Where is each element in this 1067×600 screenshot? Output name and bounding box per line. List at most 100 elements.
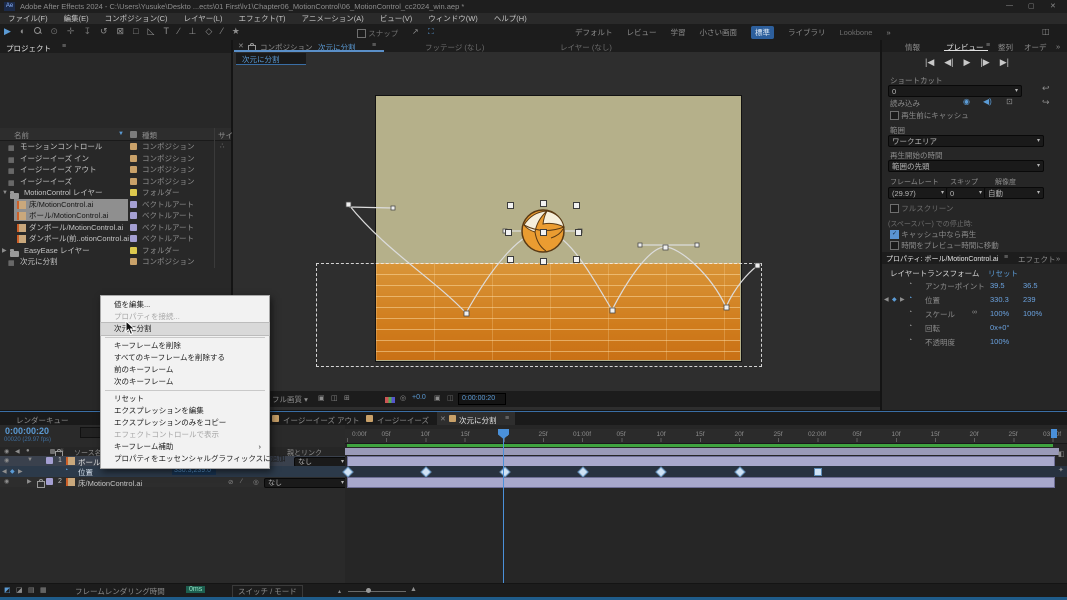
stopwatch-icon-active[interactable]: ◔	[64, 467, 68, 474]
stopwatch-icon[interactable]: ◔	[908, 323, 912, 330]
menu-layer[interactable]: レイヤー(L)	[184, 13, 223, 24]
transform-section-label[interactable]: レイヤートランスフォーム	[890, 268, 979, 279]
selection-handle[interactable]	[507, 202, 514, 209]
prev-keyframe-icon[interactable]: ◀	[884, 296, 889, 303]
puppet-tool-icon[interactable]: ★	[232, 26, 240, 37]
range-select[interactable]: ワークエリア▾	[888, 135, 1044, 147]
mask-visibility-icon[interactable]: ⊞	[344, 394, 350, 402]
resolution-select[interactable]: 自動▾	[984, 187, 1044, 199]
previous-frame-button[interactable]: ◀|	[944, 57, 953, 68]
twist-closed-icon[interactable]: ▶	[27, 478, 32, 485]
pan-camera-tool-icon[interactable]: ✛	[67, 26, 75, 37]
menu-edit[interactable]: 編集(E)	[64, 13, 89, 24]
selection-handle[interactable]	[575, 229, 582, 236]
pickwhip-icon[interactable]: ◎	[253, 478, 259, 486]
label-chip[interactable]	[130, 143, 137, 150]
prev-keyframe-icon[interactable]: ◀	[2, 468, 7, 475]
region-of-interest-icon[interactable]: ▣	[318, 394, 325, 402]
hold-keyframe[interactable]	[814, 468, 822, 476]
property-value[interactable]: 36.5	[1023, 281, 1038, 290]
comp-viewer-tab[interactable]: 次元に分割	[236, 53, 306, 65]
last-frame-button[interactable]: ▶|	[1000, 57, 1009, 68]
menu-item-edit-value[interactable]: 値を編集...	[101, 299, 269, 311]
project-row[interactable]: ▦ イージーイーズ イン コンポジション	[0, 153, 230, 164]
color-depth-icon[interactable]: ◩	[4, 586, 11, 594]
label-chip[interactable]	[130, 166, 137, 173]
menu-item-copy-expression-only[interactable]: エクスプレッションのみをコピー	[101, 417, 269, 429]
layer-color-chip[interactable]	[46, 478, 53, 485]
keyframe-at-time-icon[interactable]: ◆	[892, 296, 897, 303]
pen-tool-icon[interactable]: ◺	[148, 26, 155, 37]
keyframe-at-time-icon[interactable]: ◆	[10, 468, 15, 475]
next-keyframe-icon[interactable]: ▶	[18, 468, 23, 475]
first-frame-button[interactable]: |◀	[925, 57, 934, 68]
menu-item-next-keyframe[interactable]: 次のキーフレーム	[101, 376, 269, 388]
share-icon[interactable]: ↗	[412, 27, 419, 36]
show-snapshot-icon[interactable]: ◫	[447, 394, 454, 402]
project-row[interactable]: ▦ イージーイーズ コンポジション	[0, 176, 230, 187]
workspace-search-input[interactable]: Lookbone	[840, 28, 873, 37]
project-row[interactable]: ▦ イージーイーズ アウト コンポジション	[0, 164, 230, 175]
play-from-select[interactable]: 範囲の先頭▾	[888, 160, 1044, 172]
column-name[interactable]: 名前	[14, 130, 29, 141]
brush-tool-icon[interactable]: ∕	[178, 26, 180, 37]
snapshot-camera-icon[interactable]: ▣	[434, 394, 441, 402]
close-tab-icon[interactable]: ✕	[238, 42, 244, 50]
maximize-button[interactable]: ▢	[1028, 2, 1035, 10]
cache-before-playback-checkbox[interactable]: 再生前にキャッシュ	[890, 110, 969, 121]
label-chip[interactable]	[130, 235, 137, 242]
shape-tool-icon[interactable]: □	[133, 26, 138, 37]
workspace-standard[interactable]: 標準	[751, 26, 774, 39]
workspace-libraries[interactable]: ライブラリ	[788, 27, 826, 38]
eye-icon[interactable]: ◉	[4, 478, 9, 485]
layer-name[interactable]: 床/MotionControl.ai	[78, 478, 142, 489]
twist-open-icon[interactable]: ▼	[27, 457, 33, 463]
tab-overflow-icon[interactable]: »	[1056, 254, 1060, 263]
resolution-gear-icon[interactable]: ◎	[400, 394, 406, 402]
column-type[interactable]: 種類	[142, 130, 157, 141]
menu-item-reset[interactable]: リセット	[101, 393, 269, 405]
label-chip[interactable]	[130, 258, 137, 265]
stopwatch-icon-active[interactable]: ◔	[908, 295, 912, 302]
menu-item-add-to-essential-graphics[interactable]: プロパティをエッセンシャルグラフィックスに追加	[101, 453, 269, 465]
rotobrush-tool-icon[interactable]: ⁄	[221, 26, 223, 37]
label-chip[interactable]	[130, 201, 137, 208]
panel-menu-icon[interactable]: ≡	[62, 43, 66, 50]
media-browser-icon[interactable]: ◫	[1042, 27, 1050, 36]
include-audio-speaker-icon[interactable]: ◀)	[983, 97, 992, 106]
ruler-end-marker[interactable]	[1051, 429, 1057, 438]
play-cached-checkbox[interactable]: ✓ キャッシュ中なら再生	[890, 229, 976, 240]
menu-file[interactable]: ファイル(F)	[8, 13, 48, 24]
layer-row[interactable]: ◉ ▶ 2 床/MotionControl.ai ⊘ ∕ ◎ なし▾	[0, 477, 345, 487]
tab-audio[interactable]: オーデ	[1024, 42, 1047, 53]
project-row[interactable]: ▶ EasyEase レイヤー フォルダー	[0, 245, 230, 256]
resolution-select[interactable]: フル画質 ▾	[272, 394, 308, 405]
project-row-selected[interactable]: 床/MotionControl.ai ベクトルアート	[0, 199, 230, 210]
snap-checkbox[interactable]: スナップ	[357, 28, 398, 39]
menu-item-previous-keyframe[interactable]: 前のキーフレーム	[101, 364, 269, 376]
layer-color-chip[interactable]	[46, 457, 53, 464]
workspace-review[interactable]: レビュー	[627, 27, 657, 38]
cache-ahead-icon[interactable]: ↪	[1042, 97, 1050, 108]
menu-view[interactable]: ビュー(V)	[380, 13, 413, 24]
close-button[interactable]: ✕	[1050, 2, 1056, 10]
fullscreen-toggle-icon[interactable]: ⛶	[428, 27, 434, 37]
flowchart-icon[interactable]: ▤	[28, 586, 35, 594]
workspace-learn[interactable]: 学習	[671, 27, 686, 38]
tab-overflow-icon[interactable]: »	[1056, 42, 1060, 51]
sort-arrow-icon[interactable]: ▼	[118, 131, 124, 137]
property-keyframe-track[interactable]	[345, 466, 1067, 477]
menu-item-remove-keyframe[interactable]: キーフレームを削除	[101, 340, 269, 352]
project-row[interactable]: ダンボール(前..otionControl.ai ベクトルアート	[0, 233, 230, 244]
workspace-overflow-icon[interactable]: »	[886, 28, 890, 37]
next-keyframe-icon[interactable]: ▶	[900, 296, 905, 303]
menu-item-edit-expression[interactable]: エクスプレッションを編集	[101, 405, 269, 417]
property-value[interactable]: 100%	[990, 309, 1009, 318]
stopwatch-icon[interactable]: ◔	[908, 309, 912, 316]
lock-icon[interactable]	[37, 481, 45, 488]
workspace-default[interactable]: デフォルト	[575, 27, 613, 38]
label-chip[interactable]	[130, 212, 137, 219]
parent-select[interactable]: なし▾	[264, 478, 348, 488]
exposure-value[interactable]: +0.0	[412, 394, 426, 401]
tab-info[interactable]: 情報	[905, 42, 920, 53]
